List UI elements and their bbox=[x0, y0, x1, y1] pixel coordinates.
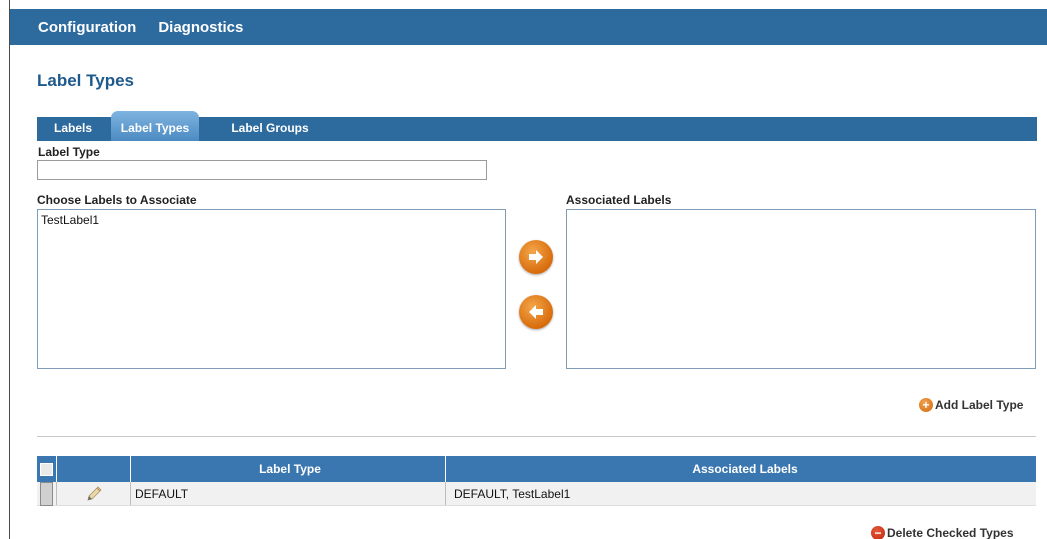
arrow-right-icon bbox=[529, 250, 543, 264]
move-left-button[interactable] bbox=[519, 295, 553, 329]
pencil-icon[interactable] bbox=[84, 484, 104, 504]
divider bbox=[37, 436, 1036, 437]
associated-labels-column-header[interactable]: Associated Labels bbox=[446, 456, 1036, 482]
arrow-left-icon bbox=[529, 305, 543, 319]
row-check-cell bbox=[37, 481, 57, 506]
nav-configuration[interactable]: Configuration bbox=[38, 19, 136, 36]
choose-labels-listbox[interactable]: TestLabel1 bbox=[37, 209, 506, 369]
delete-icon: − bbox=[871, 526, 885, 539]
tab-label-groups[interactable]: Label Groups bbox=[215, 117, 325, 141]
tab-bar: Labels Label Types Label Groups bbox=[37, 111, 1037, 141]
label-type-cell: DEFAULT bbox=[131, 482, 446, 505]
choose-labels-caption: Choose Labels to Associate bbox=[37, 193, 197, 207]
table-row: DEFAULT DEFAULT, TestLabel1 bbox=[37, 481, 1036, 506]
edit-cell bbox=[57, 482, 131, 505]
list-item[interactable]: TestLabel1 bbox=[38, 210, 505, 227]
select-all-checkbox[interactable] bbox=[40, 462, 53, 476]
delete-checked-types-button[interactable]: − Delete Checked Types bbox=[871, 526, 1014, 539]
left-border bbox=[9, 0, 10, 539]
associated-labels-cell: DEFAULT, TestLabel1 bbox=[454, 486, 571, 501]
page-title: Label Types bbox=[37, 71, 134, 90]
add-icon: + bbox=[919, 398, 933, 412]
add-label-type-button[interactable]: + Add Label Type bbox=[919, 398, 1023, 412]
select-all-cell bbox=[37, 456, 57, 482]
add-label-type-label: Add Label Type bbox=[935, 398, 1024, 412]
associated-labels-listbox[interactable] bbox=[566, 209, 1036, 369]
tab-labels[interactable]: Labels bbox=[43, 117, 103, 141]
delete-checked-types-label: Delete Checked Types bbox=[887, 526, 1014, 539]
edit-column-header bbox=[57, 456, 131, 482]
move-right-button[interactable] bbox=[519, 240, 553, 274]
table-header: Label Type Associated Labels bbox=[37, 456, 1036, 482]
label-type-caption: Label Type bbox=[38, 145, 100, 159]
tab-label-types[interactable]: Label Types bbox=[111, 111, 199, 141]
nav-diagnostics[interactable]: Diagnostics bbox=[158, 19, 243, 36]
label-types-table: Label Type Associated Labels DEFAULT DEF… bbox=[37, 456, 1036, 506]
label-type-input[interactable] bbox=[37, 160, 487, 180]
associated-labels-caption: Associated Labels bbox=[566, 193, 672, 207]
top-navigation: Configuration Diagnostics bbox=[10, 9, 1047, 45]
row-checkbox[interactable] bbox=[40, 481, 53, 506]
label-type-column-header[interactable]: Label Type bbox=[131, 456, 446, 482]
